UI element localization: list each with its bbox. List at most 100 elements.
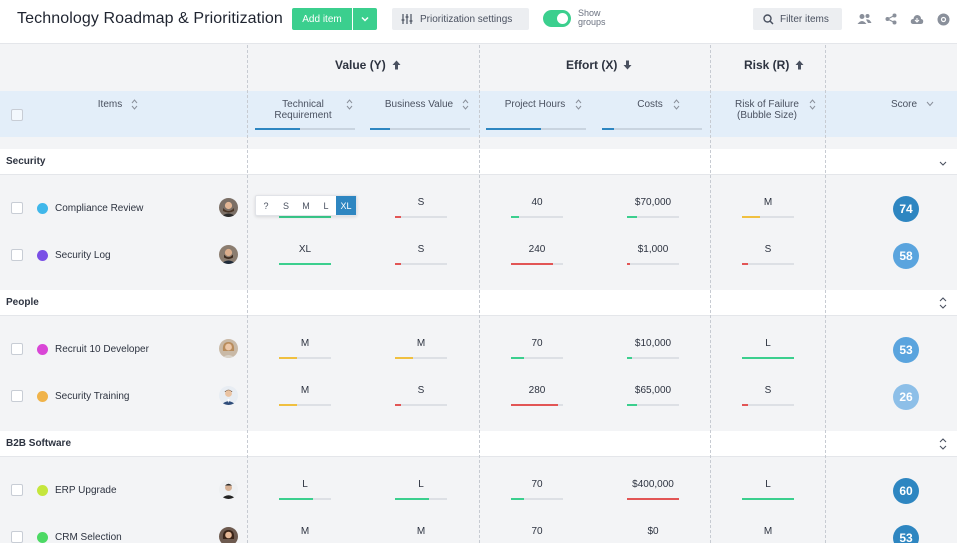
- bar-fill: [279, 216, 331, 218]
- top-bar: Technology Roadmap & Prioritization Add …: [0, 0, 957, 44]
- risk-cell[interactable]: M: [728, 197, 808, 208]
- share-icon[interactable]: [883, 11, 899, 27]
- risk-cell[interactable]: L: [728, 479, 808, 490]
- sort-icon[interactable]: [462, 99, 469, 110]
- business-value-bar: [395, 216, 447, 218]
- avatar[interactable]: [219, 339, 238, 358]
- select-all-checkbox[interactable]: [11, 109, 23, 121]
- business-value-cell[interactable]: S: [381, 197, 461, 208]
- risk-cell[interactable]: L: [728, 338, 808, 349]
- weight-fill: [255, 128, 300, 130]
- effort-column-group[interactable]: Effort (X): [566, 58, 632, 72]
- row-checkbox[interactable]: [11, 390, 23, 402]
- project-hours-cell[interactable]: 70: [497, 338, 577, 349]
- help-icon[interactable]: [935, 11, 951, 27]
- project-hours-cell[interactable]: 40: [497, 197, 577, 208]
- business-value-cell[interactable]: S: [381, 244, 461, 255]
- filter-items-button[interactable]: Filter items: [753, 8, 842, 30]
- risk-column-group[interactable]: Risk (R): [744, 58, 804, 72]
- col-costs[interactable]: Costs: [630, 99, 670, 110]
- size-option-selected[interactable]: XL: [336, 196, 356, 215]
- row-checkbox[interactable]: [11, 202, 23, 214]
- project-hours-cell[interactable]: 70: [497, 479, 577, 490]
- avatar[interactable]: [219, 198, 238, 217]
- item-name[interactable]: Security Training: [55, 391, 129, 402]
- size-picker[interactable]: ? S M L XL: [255, 195, 357, 216]
- size-option[interactable]: ?: [256, 196, 276, 215]
- costs-weight-bar[interactable]: [602, 128, 702, 130]
- technical-requirement-cell[interactable]: XL: [265, 244, 345, 255]
- col-score[interactable]: Score: [886, 99, 922, 110]
- col-technical-requirement[interactable]: Technical Requirement: [262, 99, 344, 121]
- avatar[interactable]: [219, 527, 238, 543]
- add-item-dropdown-button[interactable]: [353, 8, 377, 30]
- avatar[interactable]: [219, 386, 238, 405]
- business-value-cell[interactable]: S: [381, 385, 461, 396]
- costs-cell[interactable]: $400,000: [613, 479, 693, 490]
- row-checkbox[interactable]: [11, 484, 23, 496]
- chevron-up-down-icon[interactable]: [938, 296, 948, 310]
- col-risk-of-failure[interactable]: Risk of Failure (Bubble Size): [728, 99, 806, 121]
- chevron-up-down-icon[interactable]: [938, 437, 948, 451]
- sort-icon[interactable]: [575, 99, 582, 110]
- prioritization-settings-button[interactable]: Prioritization settings: [392, 8, 529, 30]
- business-value-weight-bar[interactable]: [370, 128, 470, 130]
- sort-icon[interactable]: [673, 99, 680, 110]
- project-hours-weight-bar[interactable]: [486, 128, 586, 130]
- business-value-cell[interactable]: L: [381, 479, 461, 490]
- size-option[interactable]: L: [316, 196, 336, 215]
- row-checkbox[interactable]: [11, 531, 23, 543]
- business-value-cell[interactable]: M: [381, 526, 461, 537]
- costs-cell[interactable]: $10,000: [613, 338, 693, 349]
- score-badge: 60: [893, 478, 919, 504]
- item-name[interactable]: CRM Selection: [55, 532, 122, 543]
- project-hours-cell[interactable]: 70: [497, 526, 577, 537]
- size-option[interactable]: S: [276, 196, 296, 215]
- bar-fill: [395, 216, 402, 218]
- costs-cell[interactable]: $0: [613, 526, 693, 537]
- bar-fill: [511, 263, 553, 265]
- project-hours-cell[interactable]: 280: [497, 385, 577, 396]
- item-name[interactable]: Recruit 10 Developer: [55, 344, 149, 355]
- item-name[interactable]: Compliance Review: [55, 203, 143, 214]
- row-checkbox[interactable]: [11, 343, 23, 355]
- sort-icon[interactable]: [809, 99, 816, 110]
- size-option[interactable]: M: [296, 196, 316, 215]
- chevron-down-icon[interactable]: [926, 101, 934, 107]
- risk-cell[interactable]: S: [728, 244, 808, 255]
- show-groups-toggle[interactable]: [543, 10, 571, 27]
- risk-bar: [742, 404, 794, 406]
- risk-bar: [742, 263, 794, 265]
- value-column-group[interactable]: Value (Y): [335, 58, 401, 72]
- technical-requirement-cell[interactable]: M: [265, 385, 345, 396]
- sort-icon[interactable]: [346, 99, 353, 110]
- risk-group-label: Risk (R): [744, 58, 790, 72]
- item-name[interactable]: ERP Upgrade: [55, 485, 117, 496]
- technical-requirement-cell[interactable]: L: [265, 479, 345, 490]
- costs-cell[interactable]: $1,000: [613, 244, 693, 255]
- col-business-value[interactable]: Business Value: [380, 99, 458, 110]
- users-icon[interactable]: [856, 11, 872, 27]
- bar-fill: [279, 357, 298, 359]
- technical-requirement-cell[interactable]: M: [265, 338, 345, 349]
- avatar[interactable]: [219, 480, 238, 499]
- risk-cell[interactable]: S: [728, 385, 808, 396]
- costs-cell[interactable]: $65,000: [613, 385, 693, 396]
- risk-cell[interactable]: M: [728, 526, 808, 537]
- row-checkbox[interactable]: [11, 249, 23, 261]
- technical-requirement-weight-bar[interactable]: [255, 128, 355, 130]
- costs-cell[interactable]: $70,000: [613, 197, 693, 208]
- score-badge: 26: [893, 384, 919, 410]
- cloud-icon[interactable]: [909, 11, 925, 27]
- technical-requirement-cell[interactable]: M: [265, 526, 345, 537]
- chevron-down-icon[interactable]: [938, 155, 948, 169]
- business-value-cell[interactable]: M: [381, 338, 461, 349]
- avatar[interactable]: [219, 245, 238, 264]
- project-hours-cell[interactable]: 240: [497, 244, 577, 255]
- item-name[interactable]: Security Log: [55, 250, 111, 261]
- sort-icon[interactable]: [131, 99, 138, 110]
- technical-requirement-bar: [279, 263, 331, 265]
- add-item-button[interactable]: Add item: [292, 8, 352, 30]
- col-items[interactable]: Items: [90, 99, 130, 110]
- col-project-hours[interactable]: Project Hours: [498, 99, 572, 110]
